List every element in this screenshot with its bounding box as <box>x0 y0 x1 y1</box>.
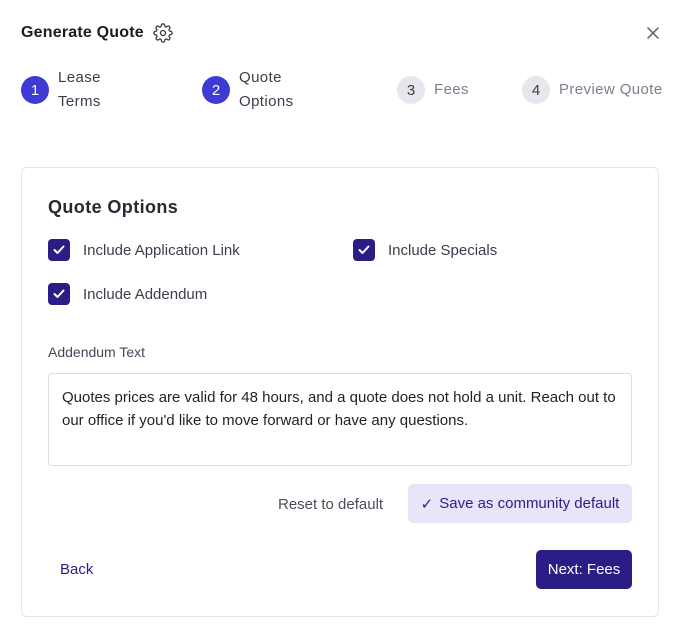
section-title: Quote Options <box>48 197 179 217</box>
include-application-link-checkbox[interactable]: Include Application Link <box>48 239 240 261</box>
include-specials-checkbox[interactable]: Include Specials <box>353 239 497 261</box>
include-addendum-checkbox[interactable]: Include Addendum <box>48 283 207 305</box>
checkbox-checked-icon[interactable] <box>48 239 70 261</box>
back-button[interactable]: Back <box>50 550 103 589</box>
check-icon: ✓ <box>420 495 434 513</box>
step-number: 3 <box>397 76 425 104</box>
checkbox-checked-icon[interactable] <box>353 239 375 261</box>
next-fees-button[interactable]: Next: Fees <box>536 550 632 589</box>
step-lease-terms[interactable]: 1 Lease Terms <box>21 66 121 114</box>
step-quote-options[interactable]: 2 Quote Options <box>202 66 302 114</box>
addendum-text-field[interactable]: Quotes prices are valid for 48 hours, an… <box>48 373 632 466</box>
checkbox-label: Include Specials <box>388 241 498 259</box>
checkbox-checked-icon[interactable] <box>48 283 70 305</box>
step-fees[interactable]: 3 Fees <box>397 76 469 104</box>
step-number: 2 <box>202 76 230 104</box>
step-label: Fees <box>434 81 469 98</box>
step-label: Lease Terms <box>58 69 101 110</box>
gear-icon[interactable] <box>153 23 173 43</box>
addendum-text-label: Addendum Text <box>48 344 146 360</box>
close-icon[interactable] <box>643 23 663 43</box>
save-button-label: Save as community default <box>439 495 620 512</box>
checkbox-label: Include Application Link <box>83 241 240 259</box>
modal-header: Generate Quote <box>21 20 173 46</box>
save-as-community-default-button[interactable]: ✓ Save as community default <box>408 484 632 523</box>
step-number: 1 <box>21 76 49 104</box>
step-label: Quote Options <box>239 69 294 110</box>
modal-title: Generate Quote <box>21 24 144 41</box>
quote-options-card: Quote Options Include Application Link I… <box>21 167 659 617</box>
step-preview-quote[interactable]: 4 Preview Quote <box>522 76 663 104</box>
checkbox-label: Include Addendum <box>83 285 208 303</box>
step-label: Preview Quote <box>559 81 663 98</box>
step-number: 4 <box>522 76 550 104</box>
reset-to-default-button[interactable]: Reset to default <box>268 485 393 523</box>
